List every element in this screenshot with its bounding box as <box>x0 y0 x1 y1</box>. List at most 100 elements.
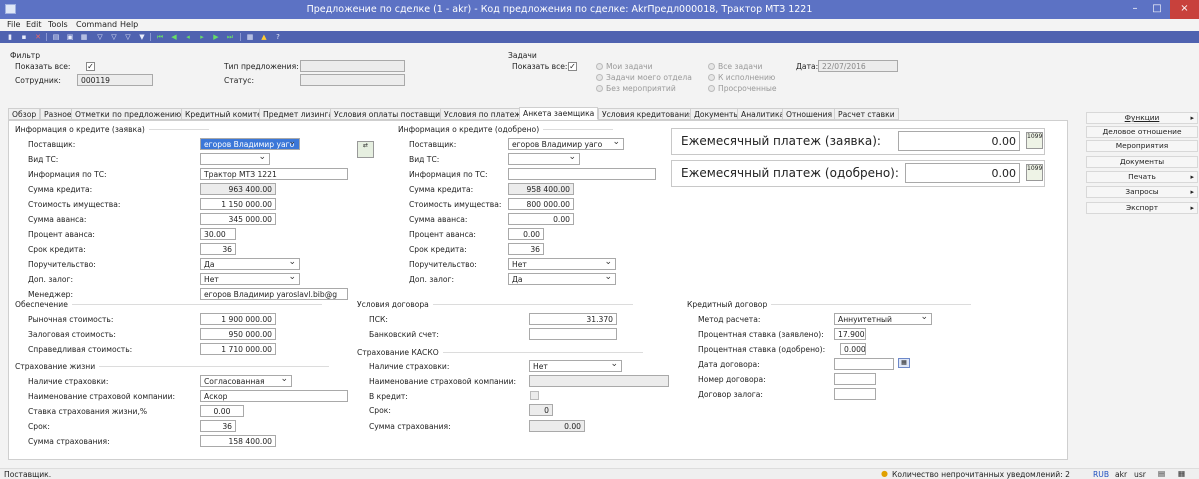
business-relation-button[interactable]: Деловое отношение <box>1086 126 1198 138</box>
pledge-value-field[interactable]: 950 000.00 <box>200 328 276 340</box>
radio-overdue[interactable] <box>708 85 715 92</box>
cr-advance-sum-field[interactable]: 345 000.00 <box>200 213 276 225</box>
cr-property-cost-field[interactable]: 1 150 000.00 <box>200 198 276 210</box>
ca-property-cost-field[interactable]: 800 000.00 <box>508 198 574 210</box>
tab-credit-committee[interactable]: Кредитный комитет <box>181 108 271 120</box>
contract-date-field[interactable] <box>834 358 894 370</box>
close-button[interactable]: × <box>1170 0 1199 19</box>
ca-term-field[interactable]: 36 <box>508 243 544 255</box>
grid-icon[interactable]: ▦ <box>1178 469 1185 478</box>
radio-no-events[interactable] <box>596 85 603 92</box>
calculator-icon[interactable]: 1099 <box>1026 164 1043 181</box>
cr-guarantee-select[interactable]: Да <box>200 258 300 270</box>
calendar-icon[interactable]: ▦ <box>898 358 910 368</box>
life-company-field[interactable]: Аскор <box>200 390 348 402</box>
psk-field[interactable]: 31.370 <box>529 313 617 325</box>
first-record-icon[interactable]: ⏮ <box>156 33 164 41</box>
tab-rate-calc[interactable]: Расчет ставки <box>834 108 899 120</box>
next-page-icon[interactable]: ▶ <box>212 33 220 41</box>
minimize-button[interactable]: – <box>1124 0 1146 19</box>
rate-approved-field[interactable]: 0.000 <box>840 343 866 355</box>
filter-clear-icon[interactable]: ▼ <box>138 33 146 41</box>
ca-guarantee-select[interactable]: Нет <box>508 258 616 270</box>
print-icon[interactable]: ▤ <box>52 33 60 41</box>
tab-relations[interactable]: Отношения <box>782 108 837 120</box>
market-value-field[interactable]: 1 900 000.00 <box>200 313 276 325</box>
radio-dept-tasks[interactable] <box>596 74 603 81</box>
ca-collateral-select[interactable]: Да <box>508 273 616 285</box>
view-icon[interactable]: ▦ <box>246 33 254 41</box>
calc-method-select[interactable]: Аннуитетный <box>834 313 932 325</box>
functions-button[interactable]: Функции ▸ <box>1086 112 1198 124</box>
kasko-has-select[interactable]: Нет <box>529 360 622 372</box>
radio-all-tasks[interactable] <box>708 63 715 70</box>
tab-supplier-payment[interactable]: Условия оплаты поставщику <box>330 108 454 120</box>
life-has-select[interactable]: Согласованная <box>200 375 292 387</box>
show-all-checkbox[interactable]: ✓ <box>86 62 95 71</box>
cr-collateral-select[interactable]: Нет <box>200 273 300 285</box>
menu-edit[interactable]: Edit <box>26 20 42 29</box>
filter-add-icon[interactable]: ▽ <box>110 33 118 41</box>
tab-analytics[interactable]: Аналитика <box>737 108 789 120</box>
menu-file[interactable]: File <box>7 20 20 29</box>
paste-icon[interactable]: ▦ <box>80 33 88 41</box>
print-button[interactable]: Печать ▸ <box>1086 171 1198 183</box>
fair-value-field[interactable]: 1 710 000.00 <box>200 343 276 355</box>
tab-credit-terms[interactable]: Условия кредитования <box>598 108 698 120</box>
cr-term-field[interactable]: 36 <box>200 243 236 255</box>
maximize-button[interactable]: □ <box>1146 0 1168 19</box>
prev-page-icon[interactable]: ◀ <box>170 33 178 41</box>
radio-to-execute[interactable] <box>708 74 715 81</box>
help-icon[interactable]: ? <box>274 33 282 41</box>
cr-manager-field[interactable]: егоров Владимир yaroslavl.bib@g <box>200 288 348 300</box>
layout-icon[interactable]: ▤ <box>1158 469 1165 478</box>
date-field[interactable]: 22/07/2016 <box>818 60 898 72</box>
cr-supplier-select[interactable]: егоров Владимир уаго <box>200 138 300 150</box>
cr-vehicle-info-field[interactable]: Трактор МТЗ 1221 <box>200 168 348 180</box>
tab-overview[interactable]: Обзор <box>8 108 41 120</box>
save-icon[interactable]: ▪ <box>20 33 28 41</box>
pledge-contract-field[interactable] <box>834 388 876 400</box>
kasko-company-field[interactable] <box>529 375 669 387</box>
rate-declared-field[interactable]: 17.900 <box>834 328 866 340</box>
notification-count[interactable]: Количество непрочитанных уведомлений: 2 <box>892 470 1070 479</box>
notification-icon[interactable]: ● <box>881 469 888 478</box>
cr-advance-pct-field[interactable]: 30.00 <box>200 228 236 240</box>
life-sum-field[interactable]: 158 400.00 <box>200 435 276 447</box>
delete-icon[interactable]: ✕ <box>34 33 42 41</box>
life-term-field[interactable]: 36 <box>200 420 236 432</box>
prev-record-icon[interactable]: ◂ <box>184 33 192 41</box>
alert-icon[interactable]: ▲ <box>260 33 268 41</box>
contract-number-field[interactable] <box>834 373 876 385</box>
copy-values-icon[interactable]: ⇄ <box>357 141 374 158</box>
kasko-credit-checkbox[interactable] <box>530 391 539 400</box>
cr-vehicle-type-select[interactable] <box>200 153 270 165</box>
status-field[interactable] <box>300 74 405 86</box>
queries-button[interactable]: Запросы ▸ <box>1086 186 1198 198</box>
filter-icon[interactable]: ▽ <box>96 33 104 41</box>
tasks-show-all-checkbox[interactable]: ✓ <box>568 62 577 71</box>
menu-tools[interactable]: Tools <box>48 20 68 29</box>
ca-vehicle-type-select[interactable] <box>508 153 580 165</box>
filter-edit-icon[interactable]: ▽ <box>124 33 132 41</box>
tab-documents[interactable]: Документы <box>690 108 744 120</box>
next-record-icon[interactable]: ▸ <box>198 33 206 41</box>
employee-field[interactable]: 000119 <box>77 74 153 86</box>
calculator-icon[interactable]: 1099 <box>1026 132 1043 149</box>
export-button[interactable]: Экспорт ▸ <box>1086 202 1198 214</box>
offer-type-field[interactable] <box>300 60 405 72</box>
tab-leasing-subject[interactable]: Предмет лизинга <box>259 108 338 120</box>
events-button[interactable]: Мероприятия <box>1086 140 1198 152</box>
radio-my-tasks[interactable] <box>596 63 603 70</box>
last-record-icon[interactable]: ⏭ <box>226 33 234 41</box>
menu-help[interactable]: Help <box>120 20 138 29</box>
documents-button[interactable]: Документы <box>1086 156 1198 168</box>
copy-icon[interactable]: ▣ <box>66 33 74 41</box>
ca-vehicle-info-field[interactable] <box>508 168 656 180</box>
tab-borrower-form[interactable]: Анкета заемщика <box>519 107 599 120</box>
ca-supplier-select[interactable]: егоров Владимир уаго <box>508 138 624 150</box>
tab-offer-notes[interactable]: Отметки по предложению <box>71 108 186 120</box>
bank-account-field[interactable] <box>529 328 617 340</box>
ca-advance-sum-field[interactable]: 0.00 <box>508 213 574 225</box>
menu-command[interactable]: Command <box>76 20 117 29</box>
